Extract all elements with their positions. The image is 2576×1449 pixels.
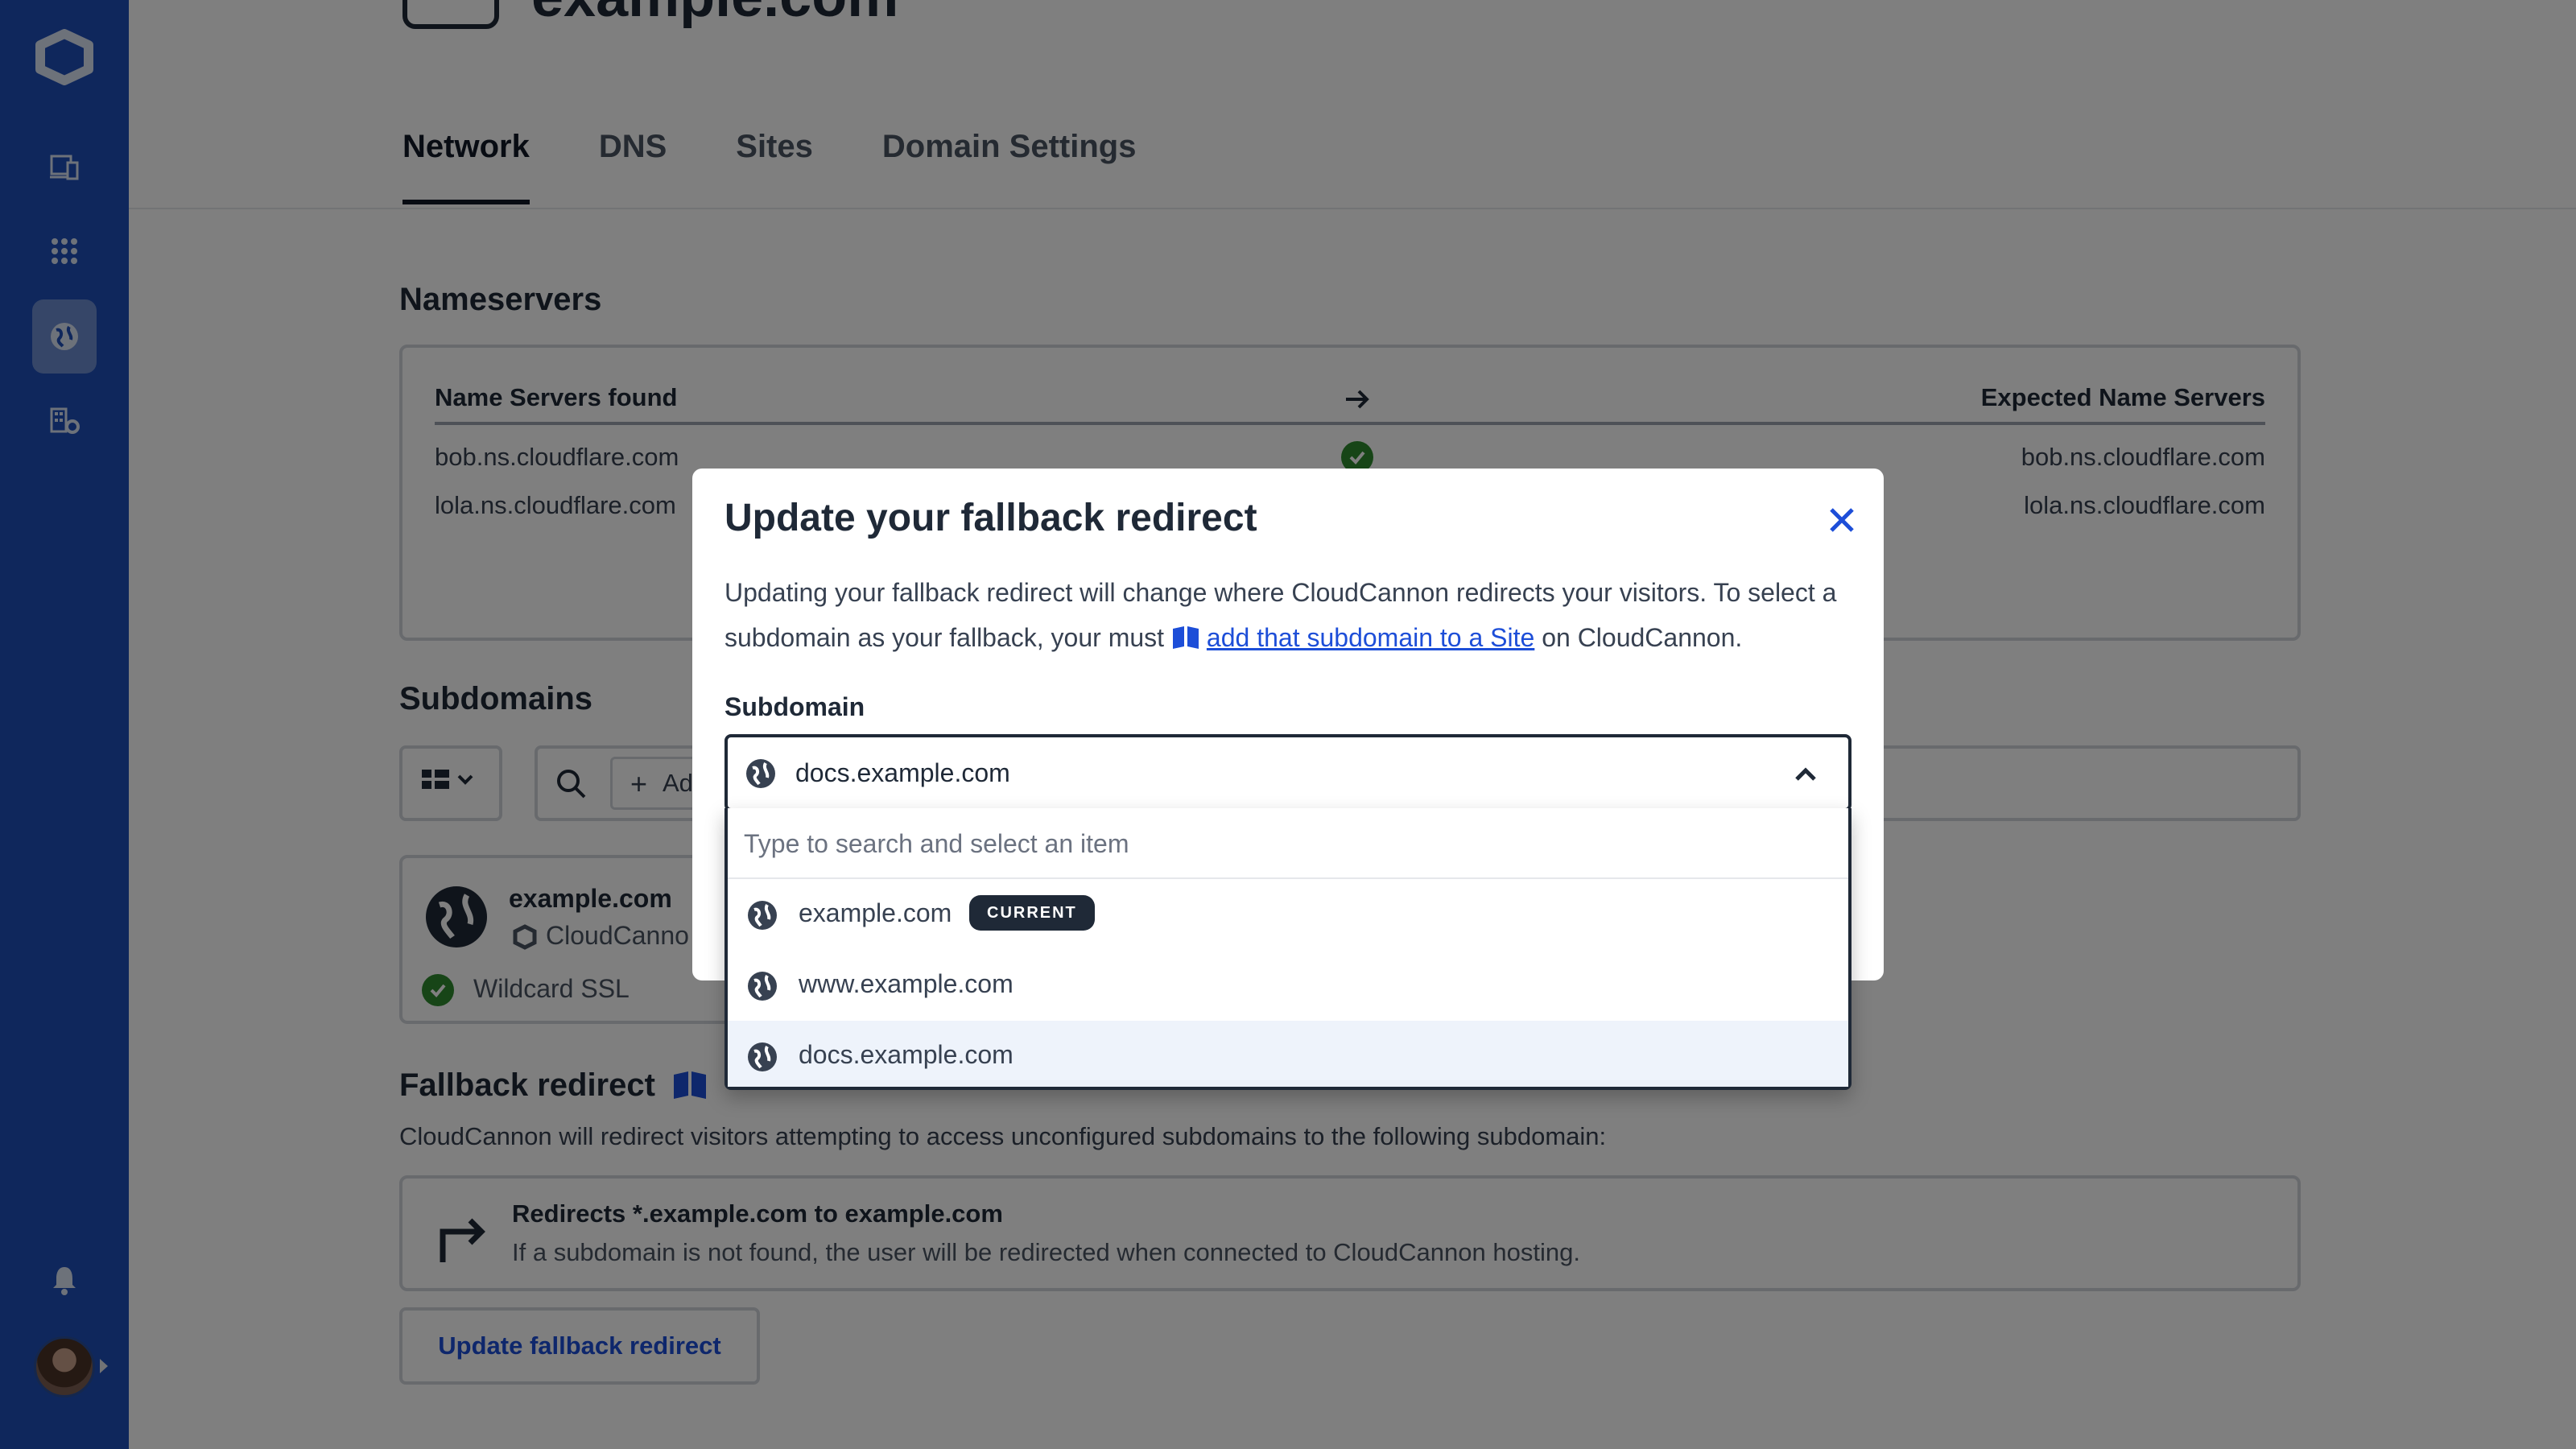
close-icon [1830,508,1854,532]
globe-icon [748,1042,777,1071]
dropdown-search-input[interactable]: Type to search and select an item [744,829,1129,859]
selected-subdomain: docs.example.com [795,758,1010,787]
chevron-up-icon [1795,767,1816,781]
dropdown-option[interactable]: www.example.com [728,950,1848,1021]
modal-description: Updating your fallback redirect will cha… [724,570,1860,660]
subdomain-select[interactable]: docs.example.com [724,734,1852,811]
option-label: docs.example.com [799,1040,1013,1069]
globe-icon [748,901,777,930]
option-label: www.example.com [799,969,1013,998]
add-subdomain-link[interactable]: add that subdomain to a Site [1207,623,1534,652]
dropdown-option[interactable]: example.com CURRENT [728,879,1848,950]
subdomain-dropdown: Type to search and select an item exampl… [724,808,1852,1090]
dropdown-option-highlighted[interactable]: docs.example.com [728,1021,1848,1087]
option-label: example.com [799,898,952,927]
subdomain-field-label: Subdomain [724,692,865,721]
book-icon [1172,626,1199,649]
globe-icon [748,972,777,1001]
current-badge: CURRENT [969,895,1095,931]
modal-title: Update your fallback redirect [724,497,1257,539]
globe-icon [746,759,775,788]
modal-text-after: on CloudCannon. [1534,623,1743,652]
close-button[interactable] [1819,497,1864,543]
